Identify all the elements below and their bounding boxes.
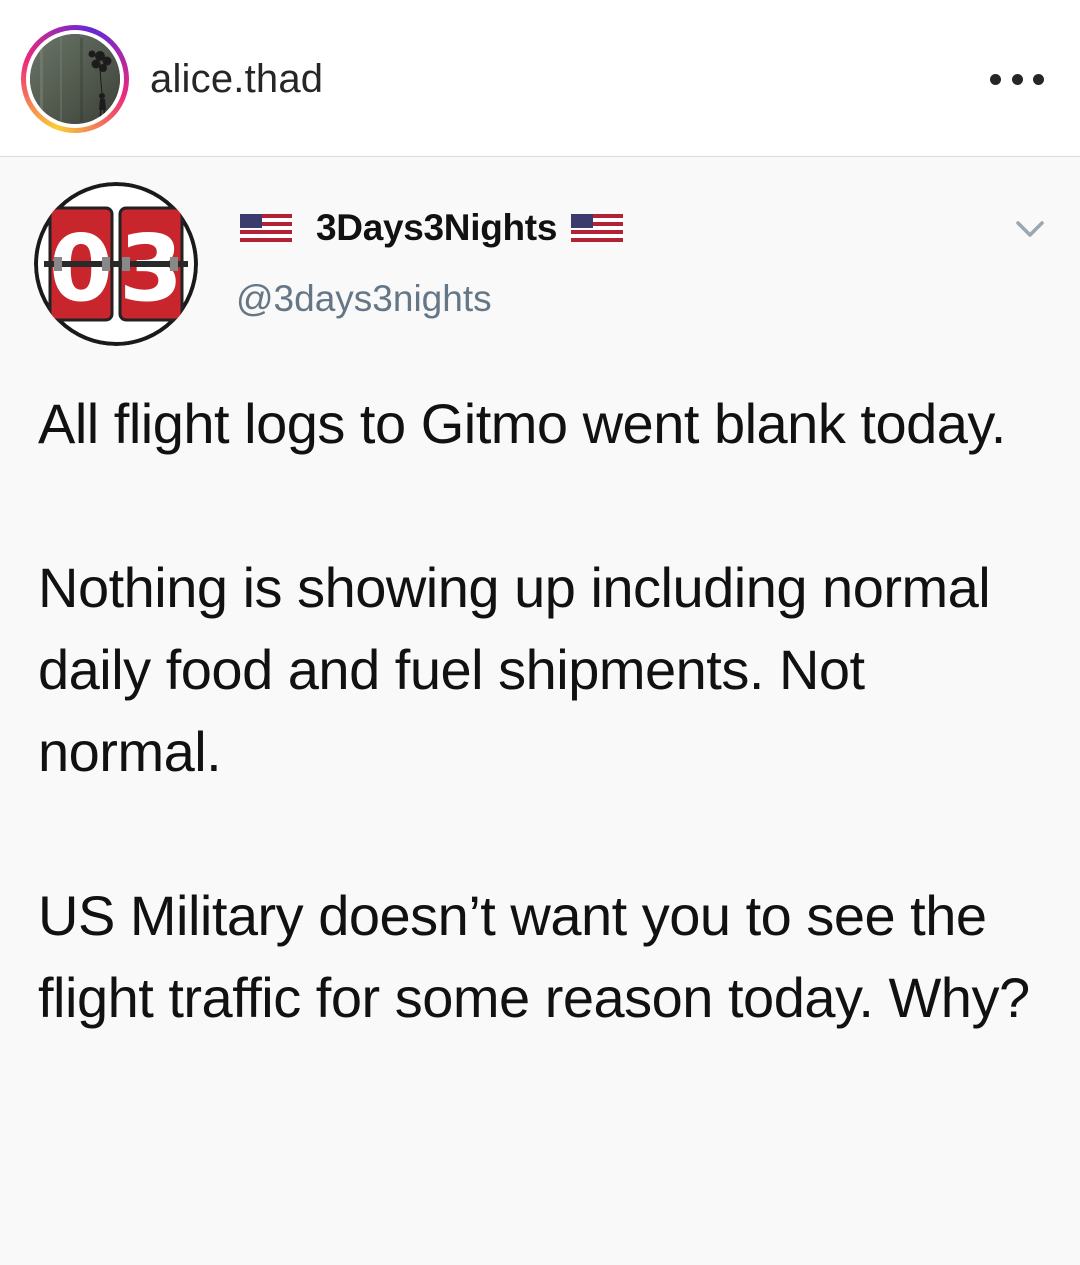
- tweet-paragraph: All flight logs to Gitmo went blank toda…: [38, 392, 1006, 455]
- tweet-card: 0 3 3Days3Nights @3days3nights All fligh…: [0, 157, 1080, 1265]
- username[interactable]: alice.thad: [150, 56, 323, 102]
- chevron-down-icon[interactable]: [1010, 209, 1050, 249]
- tweet-handle[interactable]: @3days3nights: [236, 277, 492, 321]
- flip-clock-03-icon: 0 3: [34, 182, 198, 346]
- balloon-girl-icon: [30, 34, 120, 124]
- dot: [1033, 73, 1044, 85]
- us-flag-icon: [240, 214, 292, 242]
- us-flag-icon: [571, 214, 624, 242]
- more-options-icon[interactable]: [990, 62, 1044, 96]
- story-ring[interactable]: [21, 25, 129, 133]
- tweet-avatar[interactable]: 0 3: [34, 182, 198, 346]
- tweet-paragraph: Nothing is showing up including normal d…: [38, 556, 991, 783]
- dot: [990, 73, 1001, 85]
- tweet-paragraph: US Military doesn’t want you to see the …: [38, 884, 1030, 1029]
- avatar-border: [26, 30, 124, 128]
- instagram-post-header: alice.thad: [0, 0, 1080, 157]
- tweet-name-row: 3Days3Nights: [236, 205, 627, 251]
- tweet-body: All flight logs to Gitmo went blank toda…: [38, 383, 1048, 1039]
- tweet-display-name[interactable]: 3Days3Nights: [316, 207, 557, 249]
- dot: [1011, 73, 1023, 85]
- profile-avatar[interactable]: [30, 34, 120, 124]
